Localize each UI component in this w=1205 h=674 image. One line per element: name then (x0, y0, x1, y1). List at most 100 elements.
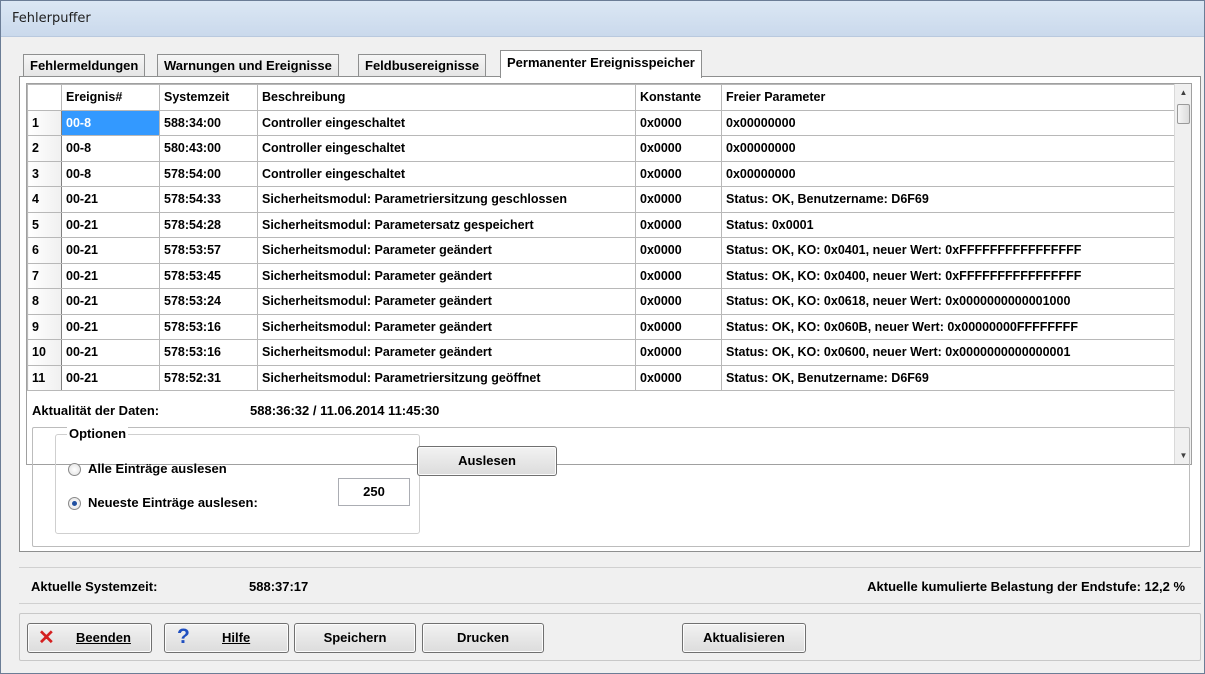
column-header-konstante[interactable]: Konstante (635, 84, 722, 111)
description-cell[interactable]: Sicherheitsmodul: Parameter geändert (257, 237, 636, 264)
system-time-cell[interactable]: 588:34:00 (159, 109, 258, 136)
radio-newest-entries[interactable] (68, 497, 81, 510)
column-header-ereignis[interactable]: Ereignis# (61, 84, 160, 111)
description-cell[interactable]: Controller eingeschaltet (257, 135, 636, 162)
constant-cell[interactable]: 0x0000 (635, 109, 722, 136)
column-header-beschreibung[interactable]: Beschreibung (257, 84, 636, 111)
table-row[interactable]: 5 00-21 578:54:28 Sicherheitsmodul: Paramet… (27, 211, 1177, 238)
entry-count-input[interactable]: 250 (338, 478, 410, 506)
free-parameter-cell[interactable]: Status: 0x0001 (721, 211, 1177, 238)
description-cell[interactable]: Sicherheitsmodul: Parameter geändert (257, 262, 636, 289)
system-time-cell[interactable]: 578:52:31 (159, 364, 258, 391)
event-number-cell[interactable]: 00-8 (61, 109, 160, 136)
auslesen-button[interactable]: Auslesen (417, 446, 557, 476)
row-number-cell: 2 (27, 135, 62, 162)
table-row[interactable]: 3 00-8 578:54:00 Controller eingeschaltet 0x… (27, 160, 1177, 187)
system-time-cell[interactable]: 578:53:57 (159, 237, 258, 264)
constant-cell[interactable]: 0x0000 (635, 237, 722, 264)
description-cell[interactable]: Sicherheitsmodul: Parameter geändert (257, 288, 636, 315)
free-parameter-cell[interactable]: Status: OK, KO: 0x0401, neuer Wert: 0xFF… (721, 237, 1177, 264)
scroll-up-icon[interactable]: ▲ (1175, 84, 1191, 101)
free-parameter-cell[interactable]: 0x00000000 (721, 160, 1177, 187)
vertical-scrollbar[interactable]: ▲ ▼ (1174, 84, 1191, 464)
row-number-cell: 6 (27, 237, 62, 264)
tab-fehlermeldungen[interactable]: Fehlermeldungen (23, 54, 146, 77)
event-number-cell[interactable]: 00-21 (61, 237, 160, 264)
free-parameter-cell[interactable]: Status: OK, KO: 0x0618, neuer Wert: 0x00… (721, 288, 1177, 315)
table-row[interactable]: 9 00-21 578:53:16 Sicherheitsmodul: Paramet… (27, 313, 1177, 340)
system-time-cell[interactable]: 578:54:33 (159, 186, 258, 213)
free-parameter-cell[interactable]: Status: OK, KO: 0x060B, neuer Wert: 0x00… (721, 313, 1177, 340)
row-number-cell: 10 (27, 339, 62, 366)
system-time-cell[interactable]: 578:54:28 (159, 211, 258, 238)
scroll-thumb[interactable] (1177, 104, 1190, 124)
aktualisieren-button[interactable]: Aktualisieren (682, 623, 806, 653)
event-number-cell[interactable]: 00-21 (61, 211, 160, 238)
tab-permanenter-ereignisspeicher[interactable]: Permanenter Ereignisspeicher (500, 50, 702, 78)
constant-cell[interactable]: 0x0000 (635, 313, 722, 340)
event-number-cell[interactable]: 00-8 (61, 135, 160, 162)
beenden-button[interactable]: ✕ Beenden (27, 623, 152, 653)
row-number-cell: 8 (27, 288, 62, 315)
system-time-cell[interactable]: 578:53:45 (159, 262, 258, 289)
system-time-cell[interactable]: 578:53:24 (159, 288, 258, 315)
description-cell[interactable]: Sicherheitsmodul: Parametriersitzung ges… (257, 186, 636, 213)
event-number-cell[interactable]: 00-21 (61, 313, 160, 340)
options-legend: Optionen (67, 426, 129, 441)
system-time-cell[interactable]: 578:53:16 (159, 339, 258, 366)
description-cell[interactable]: Controller eingeschaltet (257, 109, 636, 136)
systemtime-label: Aktuelle Systemzeit: (31, 579, 158, 594)
button-bar: ✕ Beenden ? Hilfe Speichern Drucken Aktu… (19, 613, 1201, 661)
tab-feldbusereignisse[interactable]: Feldbusereignisse (358, 54, 487, 77)
constant-cell[interactable]: 0x0000 (635, 364, 722, 391)
tab-warnungen-und-ereignisse[interactable]: Warnungen und Ereignisse (157, 54, 339, 77)
title-bar: Fehlerpuffer (1, 1, 1204, 37)
constant-cell[interactable]: 0x0000 (635, 288, 722, 315)
free-parameter-cell[interactable]: 0x00000000 (721, 135, 1177, 162)
free-parameter-cell[interactable]: Status: OK, KO: 0x0600, neuer Wert: 0x00… (721, 339, 1177, 366)
constant-cell[interactable]: 0x0000 (635, 135, 722, 162)
table-row[interactable]: 2 00-8 580:43:00 Controller eingeschaltet 0x… (27, 135, 1177, 162)
description-cell[interactable]: Sicherheitsmodul: Parameter geändert (257, 339, 636, 366)
free-parameter-cell[interactable]: Status: OK, Benutzername: D6F69 (721, 364, 1177, 391)
free-parameter-cell[interactable]: 0x00000000 (721, 109, 1177, 136)
constant-cell[interactable]: 0x0000 (635, 262, 722, 289)
table-row[interactable]: 11 00-21 578:52:31 Sicherheitsmodul: Parame… (27, 364, 1177, 391)
table-row[interactable]: 7 00-21 578:53:45 Sicherheitsmodul: Paramet… (27, 262, 1177, 289)
radio-all-entries[interactable] (68, 463, 81, 476)
table-row[interactable]: 4 00-21 578:54:33 Sicherheitsmodul: Paramet… (27, 186, 1177, 213)
constant-cell[interactable]: 0x0000 (635, 211, 722, 238)
options-frame: Optionen Alle Einträge auslesen Neueste … (32, 426, 1190, 547)
hilfe-button[interactable]: ? Hilfe (164, 623, 289, 653)
column-header-systemzeit[interactable]: Systemzeit (159, 84, 258, 111)
constant-cell[interactable]: 0x0000 (635, 186, 722, 213)
description-cell[interactable]: Sicherheitsmodul: Parametersatz gespeich… (257, 211, 636, 238)
radio-all-entries-label[interactable]: Alle Einträge auslesen (88, 461, 227, 476)
drucken-button[interactable]: Drucken (422, 623, 544, 653)
event-number-cell[interactable]: 00-21 (61, 339, 160, 366)
system-time-cell[interactable]: 578:53:16 (159, 313, 258, 340)
free-parameter-cell[interactable]: Status: OK, KO: 0x0400, neuer Wert: 0xFF… (721, 262, 1177, 289)
event-number-cell[interactable]: 00-21 (61, 262, 160, 289)
constant-cell[interactable]: 0x0000 (635, 339, 722, 366)
description-cell[interactable]: Controller eingeschaltet (257, 160, 636, 187)
description-cell[interactable]: Sicherheitsmodul: Parameter geändert (257, 313, 636, 340)
event-number-cell[interactable]: 00-21 (61, 364, 160, 391)
event-number-cell[interactable]: 00-8 (61, 160, 160, 187)
table-row[interactable]: 8 00-21 578:53:24 Sicherheitsmodul: Paramet… (27, 288, 1177, 315)
table-row[interactable]: 1 00-8 588:34:00 Controller eingeschaltet 0x… (27, 109, 1177, 136)
event-grid[interactable]: Ereignis# Systemzeit Beschreibung Konsta… (26, 83, 1192, 465)
speichern-button[interactable]: Speichern (294, 623, 416, 653)
fehlerpuffer-window: Fehlerpuffer Fehlermeldungen Warnungen u… (0, 0, 1205, 674)
free-parameter-cell[interactable]: Status: OK, Benutzername: D6F69 (721, 186, 1177, 213)
constant-cell[interactable]: 0x0000 (635, 160, 722, 187)
description-cell[interactable]: Sicherheitsmodul: Parametriersitzung geö… (257, 364, 636, 391)
table-row[interactable]: 6 00-21 578:53:57 Sicherheitsmodul: Paramet… (27, 237, 1177, 264)
event-number-cell[interactable]: 00-21 (61, 288, 160, 315)
radio-newest-entries-label[interactable]: Neueste Einträge auslesen: (88, 495, 258, 510)
event-number-cell[interactable]: 00-21 (61, 186, 160, 213)
system-time-cell[interactable]: 580:43:00 (159, 135, 258, 162)
column-header-freier-parameter[interactable]: Freier Parameter (721, 84, 1177, 111)
table-row[interactable]: 10 00-21 578:53:16 Sicherheitsmodul: Parame… (27, 339, 1177, 366)
system-time-cell[interactable]: 578:54:00 (159, 160, 258, 187)
